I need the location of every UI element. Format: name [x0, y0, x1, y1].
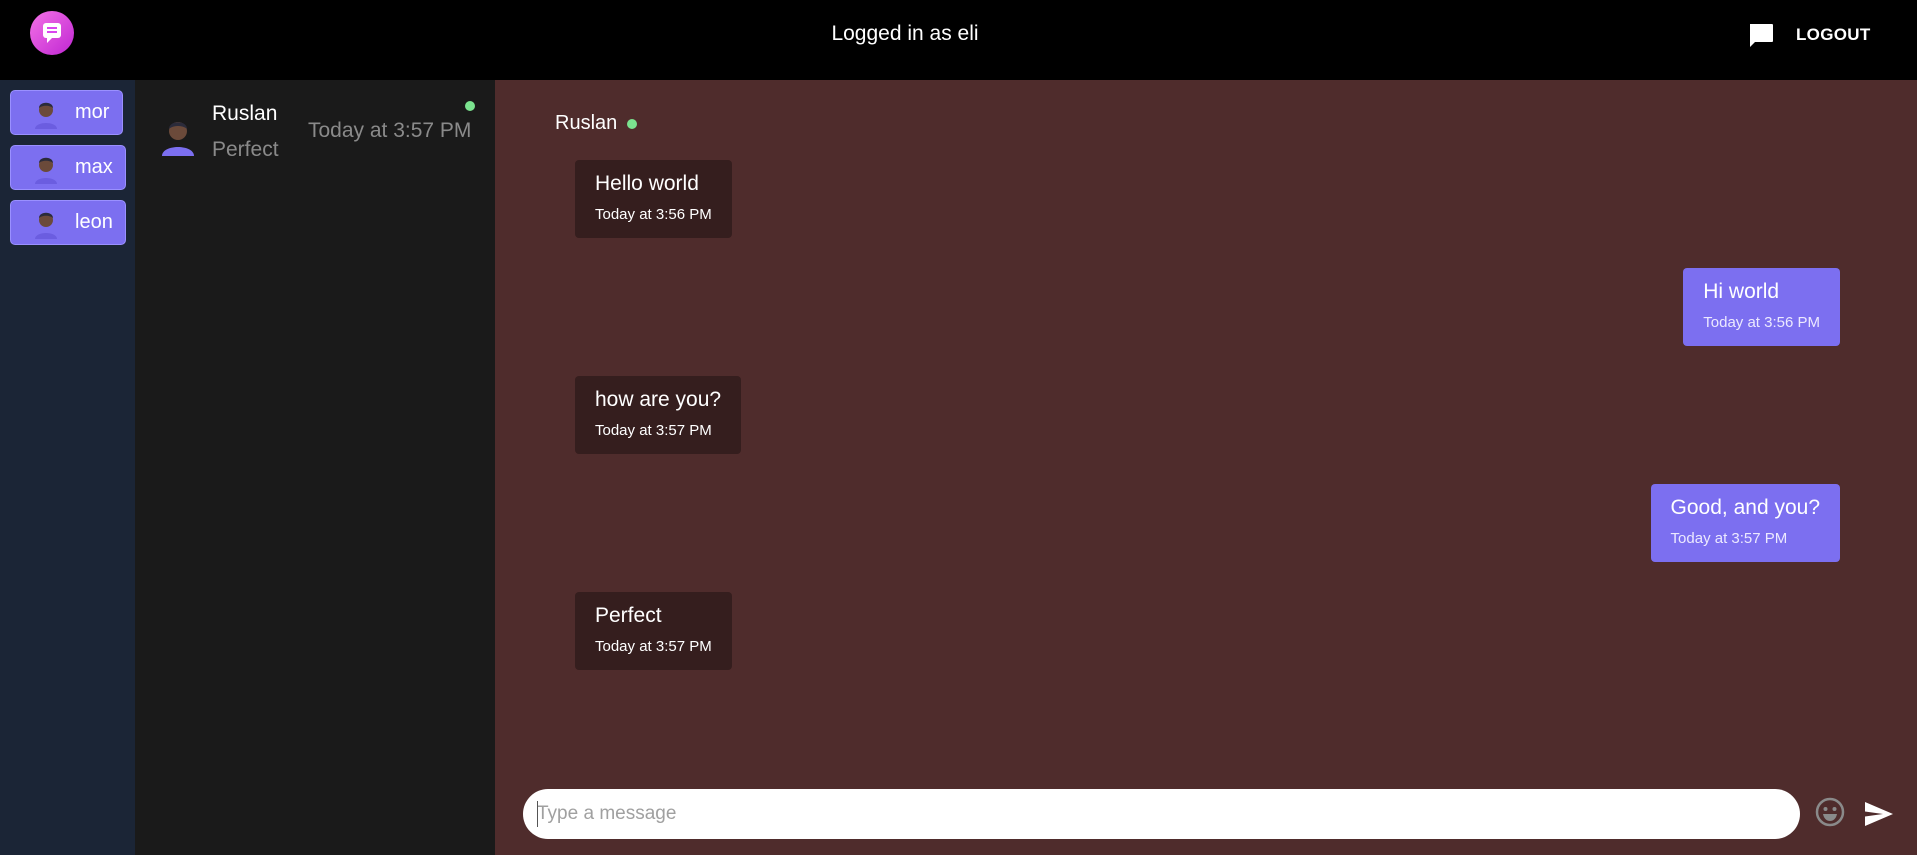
user-button-max[interactable]: max — [10, 145, 126, 190]
user-label: leon — [75, 211, 113, 233]
chat-panel: Ruslan Hello world Today at 3:56 PM Hi w… — [495, 80, 1917, 855]
message-time: Today at 3:57 PM — [595, 638, 712, 655]
conversation-item[interactable]: Ruslan Perfect Today at 3:57 PM — [135, 80, 495, 180]
avatar-icon — [162, 122, 194, 156]
user-button-leon[interactable]: leon — [10, 200, 126, 245]
logged-in-status: Logged in as eli — [831, 22, 979, 45]
message-incoming: Perfect Today at 3:57 PM — [575, 592, 732, 670]
conversation-time: Today at 3:57 PM — [308, 119, 472, 142]
message-time: Today at 3:56 PM — [595, 206, 712, 223]
user-label: max — [75, 156, 113, 178]
chat-bubble-icon[interactable] — [1747, 22, 1775, 50]
avatar-icon — [35, 102, 57, 129]
top-bar: Logged in as eli LOGOUT — [0, 0, 1917, 80]
message-incoming: Hello world Today at 3:56 PM — [575, 160, 732, 238]
message-time: Today at 3:57 PM — [595, 422, 712, 439]
message-text: Hi world — [1703, 280, 1780, 303]
send-icon[interactable] — [1863, 800, 1895, 828]
message-time: Today at 3:57 PM — [1670, 530, 1788, 547]
conversation-last-message: Perfect — [212, 138, 279, 161]
user-label: mor — [75, 101, 110, 123]
message-text: Good, and you? — [1670, 496, 1820, 519]
text-caret — [537, 801, 538, 827]
avatar-icon — [35, 157, 57, 184]
conversation-name: Ruslan — [212, 102, 278, 125]
message-text: Perfect — [595, 604, 662, 627]
message-outgoing: Hi world Today at 3:56 PM — [1683, 268, 1840, 346]
emoji-icon[interactable] — [1814, 796, 1846, 828]
logout-button[interactable]: LOGOUT — [1796, 25, 1871, 45]
contact-name: Ruslan — [555, 112, 618, 134]
conversation-list: Ruslan Perfect Today at 3:57 PM — [135, 80, 495, 855]
message-outgoing: Good, and you? Today at 3:57 PM — [1650, 484, 1840, 562]
user-sidebar: mor max leon — [0, 80, 135, 855]
online-indicator — [465, 101, 475, 111]
message-incoming: how are you? Today at 3:57 PM — [575, 376, 742, 454]
online-indicator — [627, 118, 638, 129]
message-input[interactable] — [537, 789, 1777, 839]
user-button-mor[interactable]: mor — [10, 90, 123, 135]
message-text: how are you? — [595, 388, 722, 411]
chat-header: Ruslan — [555, 112, 638, 135]
message-time: Today at 3:56 PM — [1703, 314, 1820, 331]
avatar-icon — [35, 212, 57, 239]
message-input-wrapper — [523, 789, 1800, 839]
message-text: Hello world — [595, 172, 699, 195]
